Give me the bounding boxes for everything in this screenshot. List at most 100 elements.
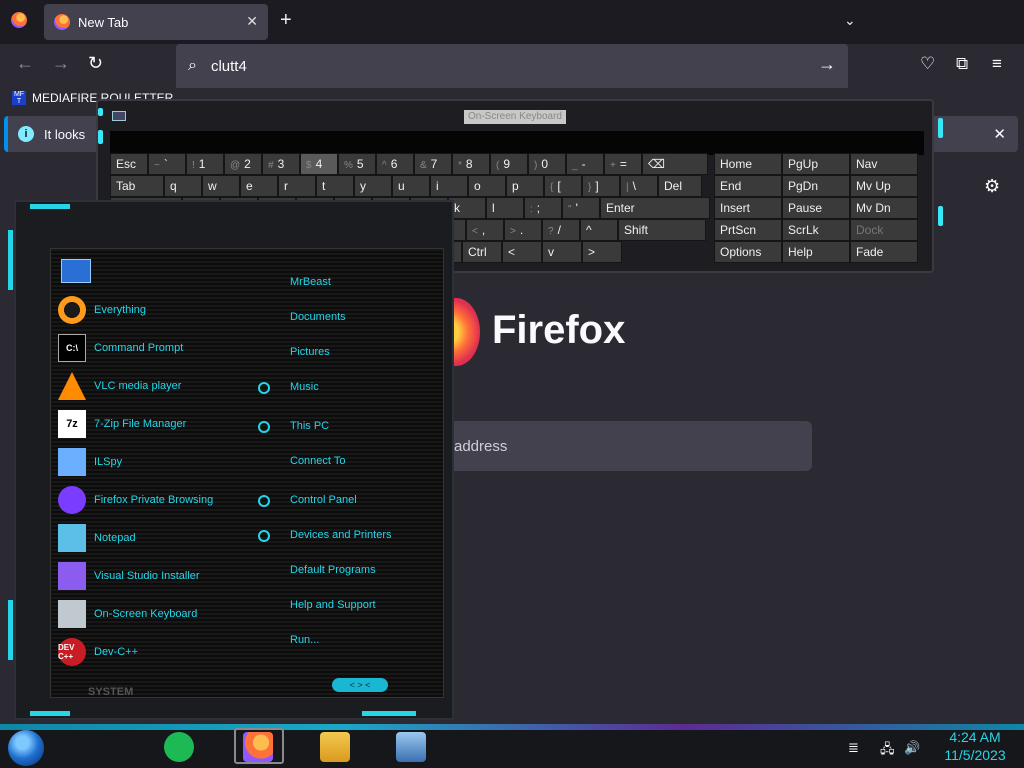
- program-command-prompt[interactable]: C:\ Command Prompt: [58, 334, 183, 362]
- submenu-expand-icon[interactable]: [258, 382, 270, 394]
- link-documents[interactable]: Documents: [290, 311, 346, 323]
- network-icon[interactable]: 🖧: [880, 740, 895, 762]
- reload-icon[interactable]: ↻: [88, 54, 103, 72]
- key-options[interactable]: Options: [714, 241, 782, 263]
- key-end[interactable]: End: [714, 175, 782, 197]
- app-menu-hamburger-icon[interactable]: ≡: [992, 54, 1002, 74]
- key-t-1-5[interactable]: t: [316, 175, 354, 197]
- key-7-0-8[interactable]: & 7: [414, 153, 452, 175]
- key-Del-1-14[interactable]: Del: [658, 175, 702, 197]
- key-insert[interactable]: Insert: [714, 197, 782, 219]
- key-mv-dn[interactable]: Mv Dn: [850, 197, 918, 219]
- extensions-puzzle-icon[interactable]: ⧉: [956, 54, 968, 74]
- pocket-icon[interactable]: ♡: [920, 54, 935, 74]
- home-search-box[interactable]: address: [440, 421, 812, 471]
- program-everything[interactable]: Everything: [58, 296, 146, 324]
- key-nav[interactable]: Nav: [850, 153, 918, 175]
- key--0-1[interactable]: ~ `: [148, 153, 186, 175]
- show-desktop-icon[interactable]: ≣: [848, 740, 859, 756]
- back-arrow-icon[interactable]: ←: [16, 54, 34, 72]
- key-Enter-2-12[interactable]: Enter: [600, 197, 710, 219]
- link-default-programs[interactable]: Default Programs: [290, 564, 376, 576]
- program-7-zip-file-manager[interactable]: 7z 7-Zip File Manager: [58, 410, 186, 438]
- key-o-1-9[interactable]: o: [468, 175, 506, 197]
- key-Esc-0-0[interactable]: Esc: [110, 153, 148, 175]
- key-9-0-10[interactable]: (9: [490, 153, 528, 175]
- key-2-0-3[interactable]: @2: [224, 153, 262, 175]
- forward-arrow-icon[interactable]: →: [52, 54, 70, 72]
- key--3-10[interactable]: ? /: [542, 219, 580, 241]
- user-picture-icon[interactable]: [61, 259, 91, 283]
- key-v-4-6[interactable]: v: [542, 241, 582, 263]
- key-pause[interactable]: Pause: [782, 197, 850, 219]
- key-y-1-6[interactable]: y: [354, 175, 392, 197]
- url-input[interactable]: clutt4: [211, 58, 247, 75]
- key-help[interactable]: Help: [782, 241, 850, 263]
- key-4-0-5[interactable]: $4: [300, 153, 338, 175]
- backspace-key-icon[interactable]: ⌫: [642, 153, 708, 175]
- taskbar-clock[interactable]: 4:24 AM 11/5/2023: [930, 728, 1020, 764]
- key-scrlk[interactable]: ScrLk: [782, 219, 850, 241]
- program-vlc-media-player[interactable]: VLC media player: [58, 372, 181, 400]
- key--3-11[interactable]: ^: [580, 219, 618, 241]
- volume-icon[interactable]: 🔊: [904, 740, 920, 756]
- tab-new-tab[interactable]: New Tab ✕: [44, 4, 268, 40]
- program-firefox-private-browsing[interactable]: Firefox Private Browsing: [58, 486, 213, 514]
- key-Tab-1-0[interactable]: Tab: [110, 175, 164, 197]
- program-on-screen-keyboard[interactable]: On-Screen Keyboard: [58, 600, 197, 628]
- key-r-1-4[interactable]: r: [278, 175, 316, 197]
- start-orb-button[interactable]: [8, 730, 44, 766]
- file-explorer-icon[interactable]: [320, 732, 350, 762]
- key-1-0-2[interactable]: ! 1: [186, 153, 224, 175]
- key--1-13[interactable]: | \: [620, 175, 658, 197]
- list-all-tabs-chevron-icon[interactable]: ⌄: [844, 12, 856, 29]
- key-home[interactable]: Home: [714, 153, 782, 175]
- link-music[interactable]: Music: [290, 381, 319, 393]
- key--2-11[interactable]: " ': [562, 197, 600, 219]
- new-tab-plus-icon[interactable]: +: [280, 10, 292, 30]
- key-Ctrl-4-4[interactable]: Ctrl: [462, 241, 502, 263]
- key-i-1-8[interactable]: i: [430, 175, 468, 197]
- program-dev-c-[interactable]: DEV C++ Dev-C++: [58, 638, 138, 666]
- key--2-10[interactable]: :;: [524, 197, 562, 219]
- go-arrow-icon[interactable]: →: [818, 54, 836, 75]
- link-this-pc[interactable]: This PC: [290, 420, 329, 432]
- key--0-12[interactable]: _ -: [566, 153, 604, 175]
- key-6-0-7[interactable]: ^ 6: [376, 153, 414, 175]
- key-0-0-11[interactable]: ) 0: [528, 153, 566, 175]
- link-pictures[interactable]: Pictures: [290, 346, 330, 358]
- key-q-1-1[interactable]: q: [164, 175, 202, 197]
- key-p-1-10[interactable]: p: [506, 175, 544, 197]
- firefox-taskbar-icon[interactable]: [243, 732, 273, 762]
- start-nav-arrows[interactable]: < > <: [332, 678, 388, 692]
- key--1-12[interactable]: }]: [582, 175, 620, 197]
- key-u-1-7[interactable]: u: [392, 175, 430, 197]
- program-notepad[interactable]: Notepad: [58, 524, 136, 552]
- link-connect-to[interactable]: Connect To: [290, 455, 345, 467]
- key-3-0-4[interactable]: #3: [262, 153, 300, 175]
- link-run-[interactable]: Run...: [290, 634, 319, 646]
- link-control-panel[interactable]: Control Panel: [290, 494, 357, 506]
- submenu-expand-icon[interactable]: [258, 421, 270, 433]
- key-e-1-3[interactable]: e: [240, 175, 278, 197]
- program-visual-studio-installer[interactable]: Visual Studio Installer: [58, 562, 200, 590]
- key-5-0-6[interactable]: % 5: [338, 153, 376, 175]
- notes-app-icon[interactable]: [164, 732, 194, 762]
- key--1-11[interactable]: {[: [544, 175, 582, 197]
- link-help-and-support[interactable]: Help and Support: [290, 599, 376, 611]
- key--3-9[interactable]: >.: [504, 219, 542, 241]
- key-pgup[interactable]: PgUp: [782, 153, 850, 175]
- link-devices-and-printers[interactable]: Devices and Printers: [290, 529, 392, 541]
- key-prtscn[interactable]: PrtScn: [714, 219, 782, 241]
- key-mv-up[interactable]: Mv Up: [850, 175, 918, 197]
- url-bar[interactable]: ⌕ clutt4 →: [176, 44, 848, 88]
- on-screen-keyboard-taskbar-icon[interactable]: [396, 732, 426, 762]
- key-w-1-2[interactable]: w: [202, 175, 240, 197]
- close-notification-icon[interactable]: ✕: [993, 125, 1006, 143]
- key-pgdn[interactable]: PgDn: [782, 175, 850, 197]
- key-8-0-9[interactable]: * 8: [452, 153, 490, 175]
- key-l-2-9[interactable]: l: [486, 197, 524, 219]
- key--3-8[interactable]: <,: [466, 219, 504, 241]
- submenu-expand-icon[interactable]: [258, 495, 270, 507]
- settings-gear-icon[interactable]: ⚙: [984, 176, 1000, 197]
